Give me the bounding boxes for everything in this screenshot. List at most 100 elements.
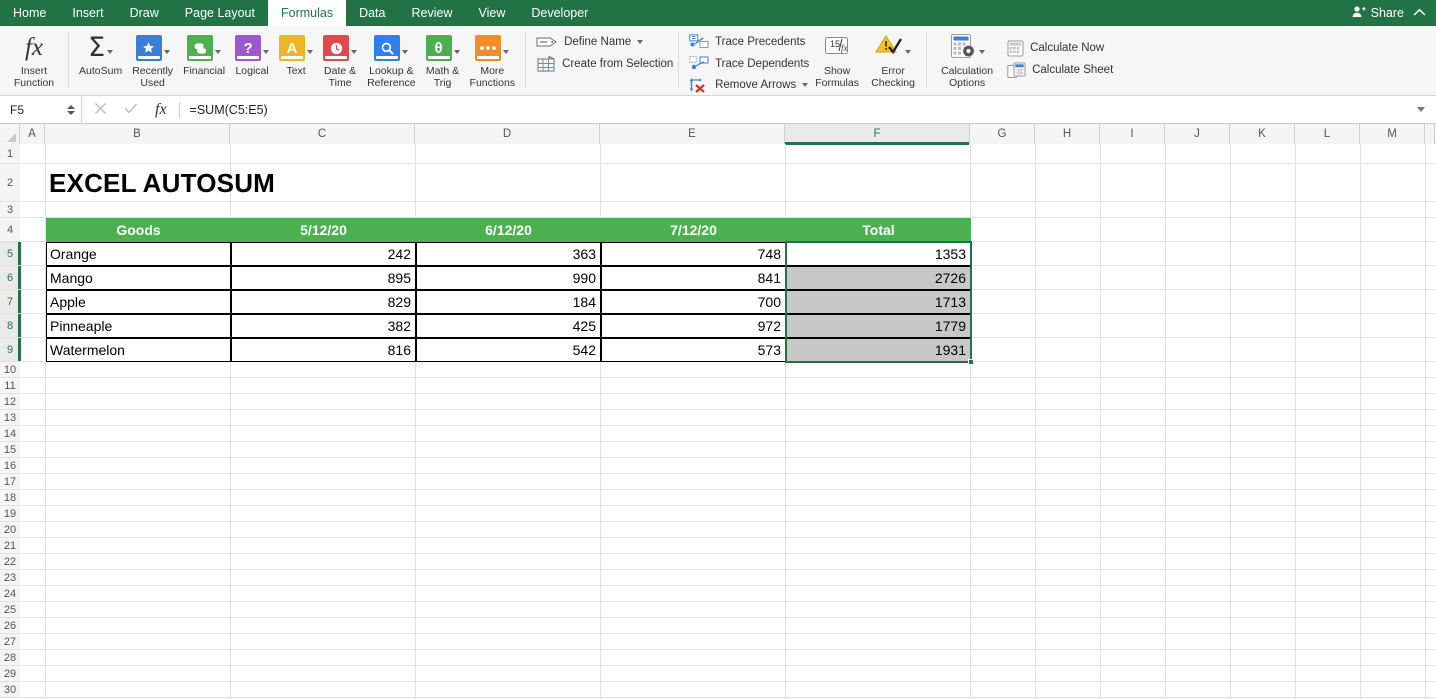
column-header-F[interactable]: F [785, 124, 970, 145]
cell-B7[interactable]: Apple [46, 290, 231, 314]
cell-B6[interactable]: Mango [46, 266, 231, 290]
create-from-selection-button[interactable]: Create from Selection [531, 53, 678, 75]
row-header-28[interactable]: 28 [0, 650, 20, 666]
cell-E8[interactable]: 972 [601, 314, 786, 338]
column-header-H[interactable]: H [1035, 124, 1100, 144]
cell-F9[interactable]: 1931 [786, 338, 971, 362]
error-checking-button[interactable]: Error Checking [865, 30, 921, 89]
column-header-I[interactable]: I [1100, 124, 1165, 144]
row-header-18[interactable]: 18 [0, 490, 20, 506]
chevron-down-icon[interactable] [307, 50, 314, 54]
calculate-now-button[interactable]: Calculate Now [1002, 37, 1118, 59]
row-header-12[interactable]: 12 [0, 394, 20, 410]
row-header-11[interactable]: 11 [0, 378, 20, 394]
row-header-24[interactable]: 24 [0, 586, 20, 602]
financial-button[interactable]: Financial [178, 30, 230, 78]
cell-B4[interactable]: Goods [46, 218, 231, 242]
cell-F4[interactable]: Total [786, 218, 971, 242]
chevron-down-icon[interactable] [215, 50, 222, 54]
cell-E6[interactable]: 841 [601, 266, 786, 290]
row-header-23[interactable]: 23 [0, 570, 20, 586]
calculate-sheet-button[interactable]: Calculate Sheet [1002, 59, 1118, 81]
column-header-C[interactable]: C [230, 124, 415, 144]
cell-E7[interactable]: 700 [601, 290, 786, 314]
tab-developer[interactable]: Developer [518, 0, 601, 26]
select-all-corner[interactable] [0, 124, 20, 144]
tab-review[interactable]: Review [398, 0, 465, 26]
check-icon[interactable] [124, 102, 138, 118]
chevron-down-icon[interactable] [402, 50, 409, 54]
trace-dependents-button[interactable]: Trace Dependents [684, 53, 814, 75]
name-box-spinner-icon[interactable] [67, 104, 75, 115]
cell-D9[interactable]: 542 [416, 338, 601, 362]
column-header-A[interactable]: A [20, 124, 45, 144]
chevron-down-icon[interactable] [263, 50, 270, 54]
row-header-30[interactable]: 30 [0, 682, 20, 698]
column-header-M[interactable]: M [1360, 124, 1425, 144]
column-header-B[interactable]: B [45, 124, 230, 144]
row-header-25[interactable]: 25 [0, 602, 20, 618]
cell-D6[interactable]: 990 [416, 266, 601, 290]
row-header-4[interactable]: 4 [0, 218, 20, 242]
autosum-button[interactable]: Σ AutoSum [74, 30, 127, 78]
close-icon[interactable] [94, 102, 107, 118]
chevron-down-icon[interactable] [503, 50, 510, 54]
tab-draw[interactable]: Draw [117, 0, 172, 26]
tab-view[interactable]: View [465, 0, 518, 26]
row-header-5[interactable]: 5 [0, 242, 21, 266]
tab-page-layout[interactable]: Page Layout [172, 0, 268, 26]
cell-F6[interactable]: 2726 [786, 266, 971, 290]
fx-icon[interactable]: fx [155, 101, 167, 119]
column-header-E[interactable]: E [600, 124, 785, 144]
row-header-29[interactable]: 29 [0, 666, 20, 682]
cell-C7[interactable]: 829 [231, 290, 416, 314]
row-header-9[interactable]: 9 [0, 338, 21, 362]
row-header-10[interactable]: 10 [0, 362, 20, 378]
row-header-19[interactable]: 19 [0, 506, 20, 522]
formula-bar-expand-button[interactable] [1406, 107, 1436, 112]
cell-E5[interactable]: 748 [601, 242, 786, 266]
date-time-button[interactable]: Date & Time [318, 30, 362, 89]
text-button[interactable]: A Text [274, 30, 318, 78]
tab-insert[interactable]: Insert [59, 0, 116, 26]
column-header-K[interactable]: K [1230, 124, 1295, 144]
cell-C8[interactable]: 382 [231, 314, 416, 338]
chevron-down-icon[interactable] [637, 40, 644, 44]
chevron-down-icon[interactable] [107, 50, 114, 54]
column-header-L[interactable]: L [1295, 124, 1360, 144]
row-header-22[interactable]: 22 [0, 554, 20, 570]
more-functions-button[interactable]: More Functions [465, 30, 521, 89]
tab-formulas[interactable]: Formulas [267, 0, 347, 26]
cell-F7[interactable]: 1713 [786, 290, 971, 314]
lookup-reference-button[interactable]: Lookup & Reference [362, 30, 420, 89]
cell-C6[interactable]: 895 [231, 266, 416, 290]
row-header-20[interactable]: 20 [0, 522, 20, 538]
row-header-13[interactable]: 13 [0, 410, 20, 426]
name-box[interactable]: F5 [0, 96, 82, 123]
row-header-16[interactable]: 16 [0, 458, 20, 474]
row-header-7[interactable]: 7 [0, 290, 21, 314]
cell-D7[interactable]: 184 [416, 290, 601, 314]
column-header-J[interactable]: J [1165, 124, 1230, 144]
row-header-15[interactable]: 15 [0, 442, 20, 458]
chevron-down-icon[interactable] [978, 50, 985, 54]
grid-cells[interactable]: EXCEL AUTOSUM Goods 5/12/20 6/12/20 7/12/20 T… [21, 144, 1436, 699]
calculation-options-button[interactable]: Calculation Options [932, 30, 1002, 89]
row-header-6[interactable]: 6 [0, 266, 21, 290]
row-header-17[interactable]: 17 [0, 474, 20, 490]
cell-C5[interactable]: 242 [231, 242, 416, 266]
chevron-up-icon[interactable] [1413, 4, 1426, 22]
cell-B5[interactable]: Orange [46, 242, 231, 266]
share-button[interactable]: Share [1352, 5, 1404, 21]
row-header-3[interactable]: 3 [0, 202, 20, 218]
chevron-down-icon[interactable] [453, 50, 460, 54]
row-header-21[interactable]: 21 [0, 538, 20, 554]
cell-C9[interactable]: 816 [231, 338, 416, 362]
column-header-N[interactable] [1425, 124, 1435, 144]
chevron-down-icon[interactable] [905, 50, 912, 54]
math-trig-button[interactable]: θ Math & Trig [421, 30, 465, 89]
row-header-2[interactable]: 2 [0, 164, 20, 202]
formula-input[interactable]: =SUM(C5:E5) [180, 103, 1406, 117]
column-header-G[interactable]: G [970, 124, 1035, 144]
cell-F5[interactable]: 1353 [786, 242, 971, 266]
